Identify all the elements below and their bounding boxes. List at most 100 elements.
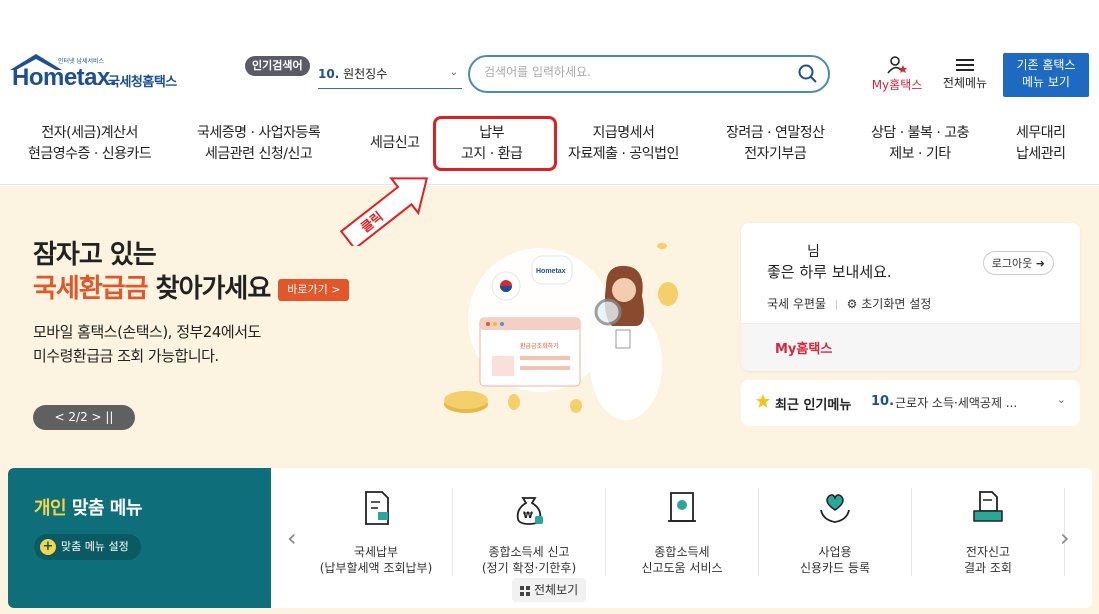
- search-input[interactable]: [484, 65, 784, 79]
- nav-incentive[interactable]: 장려금 · 연말정산 전자기부금: [726, 123, 825, 165]
- illus-window-label: 환급금조회하기: [520, 342, 559, 350]
- divider: [835, 299, 837, 310]
- user-name-suffix: 님: [807, 244, 820, 260]
- tile-business-card-line2: 신용카드 등록: [799, 561, 871, 575]
- custom-menu-title: 개인 맞춤 메뉴: [34, 494, 142, 520]
- banner-headline-accent: 국세환급금: [33, 274, 149, 304]
- banner-description: 모바일 홈택스(손택스), 정부24에서도 미수령환급금 조회 가능합니다.: [33, 320, 261, 368]
- nav-tax-report-line1: 세금신고: [370, 135, 420, 151]
- popular-rank: 10.: [318, 67, 340, 81]
- tile-e-report-result[interactable]: 전자신고 결과 조회: [912, 488, 1065, 576]
- all-menu-label: 전체메뉴: [942, 76, 988, 90]
- user-star-icon: [887, 56, 907, 74]
- grid-icon: [520, 585, 530, 596]
- chevron-right-icon[interactable]: ›: [1060, 524, 1070, 552]
- myhometax-button[interactable]: My홈택스: [866, 56, 928, 93]
- tile-income-tax-help-line2: 신고도움 서비스: [641, 561, 723, 575]
- recent-text: 근로자 소득·세액공제 ...: [895, 396, 1018, 410]
- popular-search-badge: 인기검색어: [245, 56, 310, 76]
- nav-tax-report[interactable]: 세금신고: [370, 133, 420, 154]
- logout-icon: ➜: [1035, 257, 1045, 270]
- tile-tax-payment-line2: (납부할세액 조회납부): [319, 561, 433, 575]
- recent-popular-menu[interactable]: 최근 인기메뉴 10. 근로자 소득·세액공제 ... ⌄: [741, 380, 1080, 426]
- nav-e-invoice[interactable]: 전자(세금)계산서 현금영수증 · 신용카드: [28, 123, 152, 165]
- main-banner: 잠자고 있는 국세환급금 찾아가세요 바로가기 > 모바일 홈택스(손택스), 정…: [0, 186, 1099, 614]
- custom-menu-setting-label: 맞춤 메뉴 설정: [61, 540, 129, 553]
- illus-logo: Hometax: [536, 268, 566, 275]
- custom-menu-header: 개인 맞춤 메뉴 + 맞춤 메뉴 설정: [8, 468, 271, 608]
- old-hometax-button[interactable]: 기존 홈택스 메뉴 보기: [1003, 53, 1089, 97]
- popular-term: 원천징수: [343, 67, 388, 81]
- login-card: 님 좋은 하루 보내세요. 로그아웃 ➜ 국세 우편물 ⚙ 초기화면 설정 My…: [741, 223, 1080, 371]
- heart-hand-icon: [820, 494, 850, 523]
- myhometax-label: My홈택스: [871, 78, 923, 92]
- logout-button[interactable]: 로그아웃 ➜: [982, 251, 1054, 275]
- tile-tax-payment[interactable]: 국세납부 (납부할세액 조회납부): [300, 488, 453, 576]
- all-menu-button[interactable]: 전체메뉴: [938, 56, 992, 91]
- plus-icon: +: [40, 539, 56, 555]
- nav-consult-line2: 제보 · 기타: [889, 146, 951, 162]
- nav-e-invoice-line1: 전자(세금)계산서: [41, 125, 138, 141]
- nav-tax-agent-line1: 세무대리: [1016, 125, 1066, 141]
- login-links: 국세 우편물 ⚙ 초기화면 설정: [767, 295, 931, 312]
- tile-income-tax-report[interactable]: ₩ 종합소득세 신고 (정기 확정·기한후): [453, 488, 606, 576]
- highlight-box: [433, 116, 557, 171]
- tile-e-report-result-line1: 전자신고: [965, 545, 1011, 559]
- view-all-label: 전체보기: [534, 583, 579, 597]
- tile-business-card[interactable]: 사업용 신용카드 등록: [759, 488, 912, 576]
- gear-icon: ⚙: [846, 297, 858, 311]
- chevron-left-icon[interactable]: ‹: [287, 524, 297, 552]
- custom-menu-title-rest: 맞춤 메뉴: [66, 498, 143, 519]
- goto-button[interactable]: 바로가기 >: [278, 278, 350, 301]
- nav-tax-agent[interactable]: 세무대리 납세관리: [1016, 123, 1066, 165]
- nav-consult-line1: 상담 · 불복 · 고충: [871, 125, 969, 141]
- tile-income-tax-report-line1: 종합소득세 신고: [488, 545, 570, 559]
- search-icon[interactable]: [798, 64, 818, 84]
- tile-income-tax-help[interactable]: 종합소득세 신고도움 서비스: [606, 488, 759, 576]
- svg-text:₩: ₩: [523, 511, 533, 521]
- myhometax-link[interactable]: My홈택스: [775, 338, 832, 357]
- hamburger-icon: [956, 59, 974, 71]
- banner-desc-line1: 모바일 홈택스(손택스), 정부24에서도: [33, 323, 261, 341]
- star-icon: [756, 394, 770, 408]
- chevron-down-icon: ⌄: [1056, 393, 1066, 406]
- view-all-button[interactable]: 전체보기: [512, 578, 587, 602]
- banner-pager[interactable]: < 2/2 > ||: [33, 405, 135, 430]
- nav-e-invoice-line2: 현금영수증 · 신용카드: [28, 146, 152, 162]
- hometax-logo[interactable]: 인터넷 납세서비스 Hometax. 국세청홈택스: [8, 52, 198, 100]
- banner-headline: 잠자고 있는 국세환급금 찾아가세요 바로가기 >: [33, 238, 350, 306]
- refund-illustration: 환급금조회하기 Hometax: [444, 243, 678, 420]
- tile-business-card-line1: 사업용: [818, 545, 852, 559]
- printer-result-icon: [973, 491, 1003, 522]
- greeting-text: 좋은 하루 보내세요.: [767, 263, 892, 281]
- nav-certificate-line1: 국세증명 · 사업자등록: [197, 125, 321, 141]
- nav-incentive-line1: 장려금 · 연말정산: [726, 125, 825, 141]
- mailbox-link[interactable]: 국세 우편물: [767, 297, 826, 311]
- tile-e-report-result-line2: 결과 조회: [964, 561, 1012, 575]
- click-arrow-icon: 클릭: [340, 177, 429, 246]
- nav-tax-agent-line2: 납세관리: [1016, 146, 1066, 162]
- nav-statement[interactable]: 지급명세서 자료제출 · 공익법인: [568, 123, 679, 165]
- custom-menu-setting-button[interactable]: + 맞춤 메뉴 설정: [34, 534, 141, 560]
- tile-income-tax-report-line2: (정기 확정·기한후): [481, 561, 577, 575]
- tile-tax-payment-line1: 국세납부: [353, 545, 399, 559]
- nav-consult[interactable]: 상담 · 불복 · 고충 제보 · 기타: [871, 123, 969, 165]
- logout-label: 로그아웃: [991, 257, 1033, 270]
- search-box: [468, 55, 830, 93]
- banner-headline-rest: 찾아가세요: [147, 274, 272, 304]
- nav-certificate-line2: 세금관련 신청/신고: [205, 146, 313, 162]
- nav-incentive-line2: 전자기부금: [744, 146, 807, 162]
- tax-payment-icon: [365, 491, 389, 525]
- logo-brand: Hometax.: [12, 64, 117, 91]
- home-setting-link[interactable]: 초기화면 설정: [861, 297, 931, 311]
- old-hometax-line2: 메뉴 보기: [1022, 75, 1070, 89]
- nav-certificate[interactable]: 국세증명 · 사업자등록 세금관련 신청/신고: [197, 123, 321, 165]
- custom-menu-panel: 개인 맞춤 메뉴 + 맞춤 메뉴 설정 ‹ 국세납부 (납부할세액 조회납부): [8, 468, 1092, 608]
- hometax-main-page: 인터넷 납세서비스 Hometax. 국세청홈택스 인기검색어 10. 원천징수…: [0, 0, 1099, 614]
- nav-statement-line1: 지급명세서: [592, 125, 655, 141]
- banner-desc-line2: 미수령환급금 조회 가능합니다.: [33, 347, 219, 365]
- banner-headline-line2: 국세환급금 찾아가세요 바로가기 >: [33, 272, 350, 306]
- popular-search-select[interactable]: 10. 원천징수 ⌄: [318, 61, 462, 89]
- custom-menu-title-accent: 개인: [34, 498, 67, 519]
- login-card-footer: My홈택스: [741, 323, 1080, 371]
